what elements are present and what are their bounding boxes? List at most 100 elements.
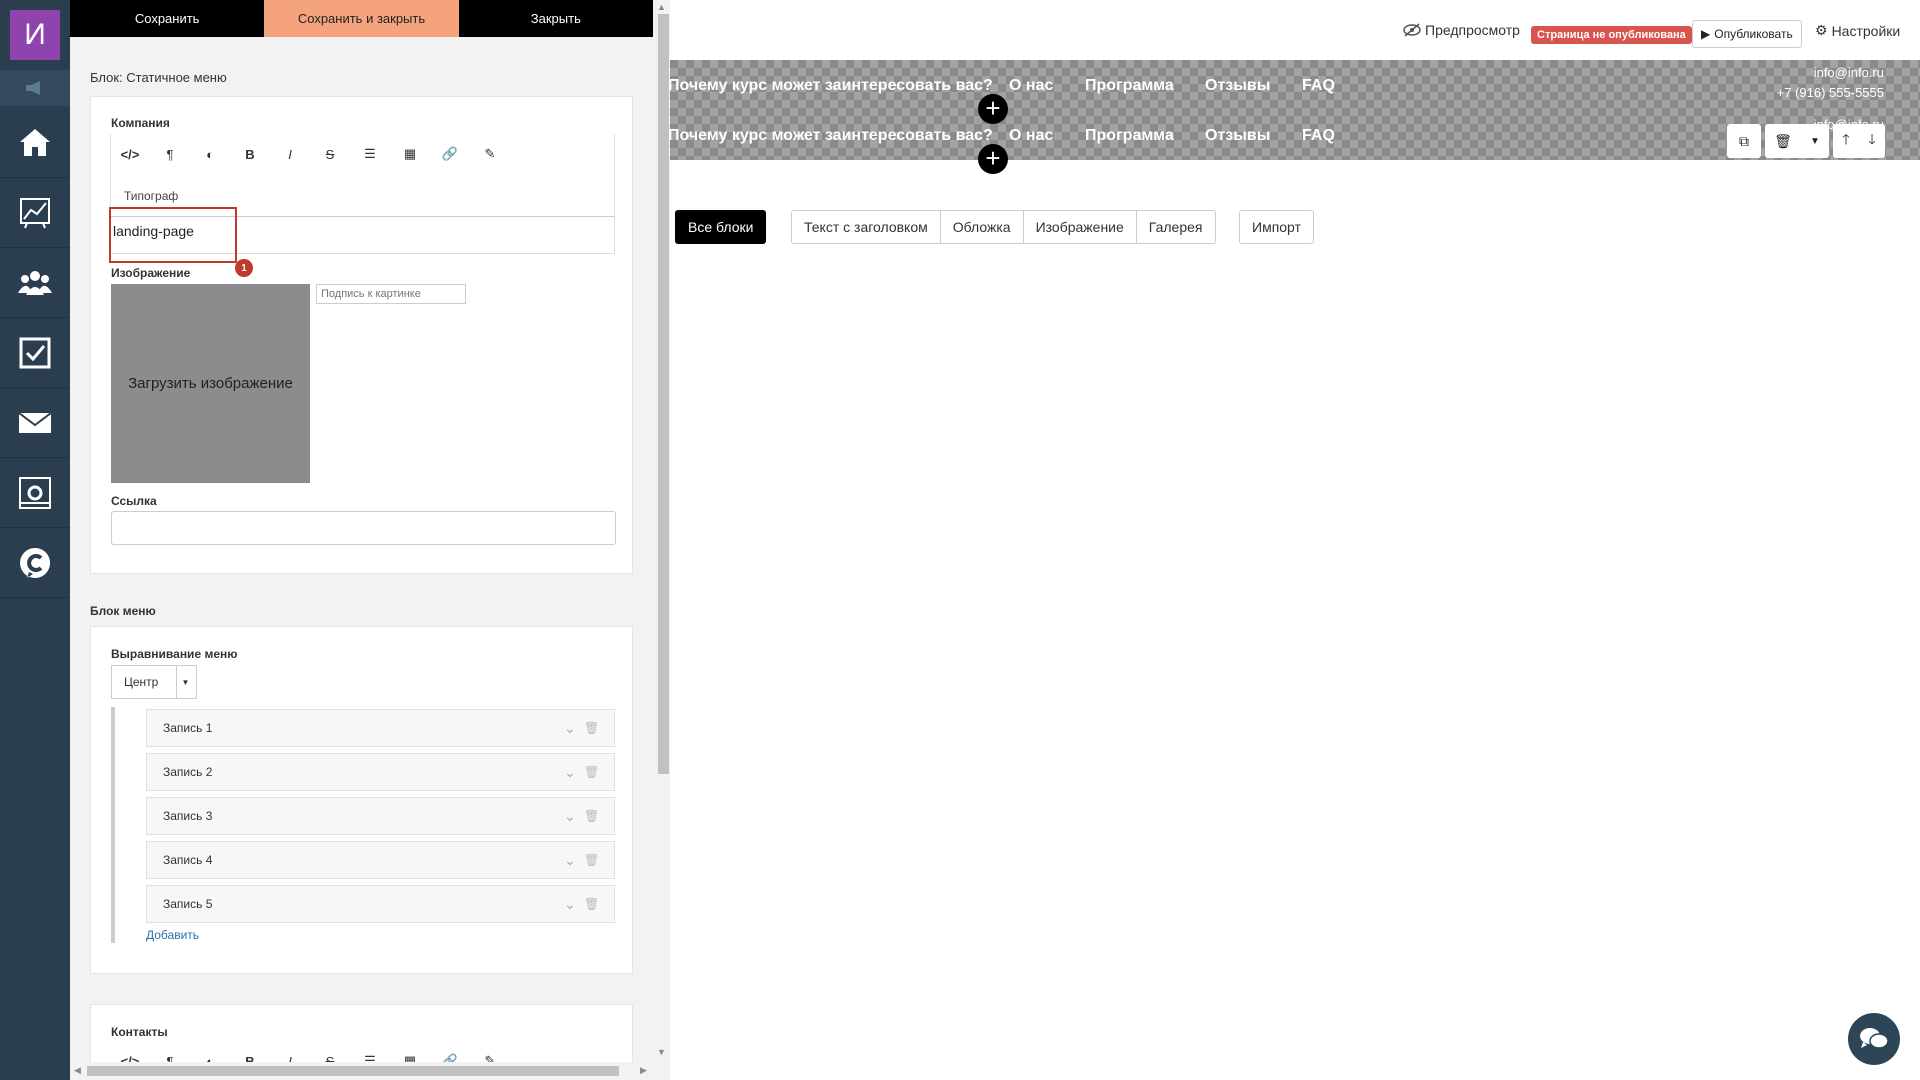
settings-label: Настройки [1831,22,1901,39]
add-block-plus-icon[interactable]: + [978,144,1008,174]
chevron-down-icon[interactable]: ⌄ [564,764,584,781]
company-label: Компания [111,116,170,130]
menu-item[interactable]: Почему курс может заинтересовать вас? [668,127,993,145]
contact-email: info@info.ru [1813,65,1884,80]
menu-item[interactable]: О нас [1009,127,1053,145]
scroll-down-arrow-icon[interactable]: ▼ [657,1047,666,1057]
add-entry-link[interactable]: Добавить [146,928,199,942]
sidebar-item-users[interactable] [0,248,70,318]
chevron-down-icon[interactable]: ⌄ [564,852,584,869]
preview-label: Предпросмотр [1425,22,1520,38]
trash-icon[interactable]: 🗑 [584,853,614,867]
chevron-down-icon: ▼ [176,666,194,698]
sidebar-item-mail[interactable] [0,388,70,458]
menu-item[interactable]: Почему курс может заинтересовать вас? [668,77,993,95]
menu-item[interactable]: FAQ [1302,127,1335,145]
save-and-close-button[interactable]: Сохранить и закрыть [264,0,459,37]
filter-tab[interactable]: Обложка [940,210,1024,244]
sidebar-item-home[interactable] [0,108,70,178]
settings-link[interactable]: ⚙ Настройки [1815,22,1900,39]
chart-icon [20,197,50,228]
preview-topbar: Предпросмотр Страница не опубликована ▶ … [670,0,1920,60]
trash-icon[interactable]: 🗑 [584,765,614,779]
megaphone-icon [26,81,40,95]
menu-item[interactable]: Отзывы [1205,77,1270,95]
add-block-plus-icon[interactable]: + [978,94,1008,124]
editor-toolbar: Сохранить Сохранить и закрыть Закрыть [70,0,653,37]
chevron-down-icon[interactable]: ⌄ [564,896,584,913]
publish-button[interactable]: ▶ Опубликовать [1692,20,1802,48]
menu-item[interactable]: Отзывы [1205,127,1270,145]
menu-item[interactable]: О нас [1009,77,1053,95]
save-button[interactable]: Сохранить [70,0,265,37]
image-label: Изображение [111,266,191,280]
arrow-down-icon[interactable]: 🡓 [1868,129,1875,153]
entry-label: Запись 4 [163,853,213,867]
announcement-button[interactable] [0,70,70,106]
trash-icon[interactable]: 🗑 [584,809,614,823]
sidebar-item-tasks[interactable] [0,318,70,388]
filter-tab[interactable]: Галерея [1136,210,1216,244]
menu-block-title: Блок меню [90,604,156,618]
trash-icon[interactable]: 🗑 [584,721,614,735]
scrollbar-thumb[interactable] [87,1066,619,1076]
sidebar-item-stats[interactable] [0,178,70,248]
trash-icon[interactable]: 🗑 [584,897,614,911]
users-icon [18,270,52,295]
import-button[interactable]: Импорт [1239,210,1314,244]
contacts-label: Контакты [111,1025,168,1039]
support-chat-button[interactable] [1848,1013,1900,1065]
delete-block-button[interactable]: 🗑 ▼ [1765,124,1829,158]
filter-tab[interactable]: Изображение [1023,210,1137,244]
list-item[interactable]: Запись 1 ⌄ 🗑 [146,709,615,747]
menu-item[interactable]: FAQ [1302,77,1335,95]
contact-phone: +7 (916) 555-5555 [1776,85,1884,100]
app-logo[interactable]: И [10,10,60,60]
preview-link[interactable]: Предпросмотр [1403,22,1520,38]
upload-image-button[interactable]: Загрузить изображение [111,284,310,483]
page-preview: Предпросмотр Страница не опубликована ▶ … [668,0,1920,1080]
block-tools: ⧉ 🗑 ▼ 🡑 🡓 [1727,124,1885,158]
list-item[interactable]: Запись 4 ⌄ 🗑 [146,841,615,879]
scroll-right-arrow-icon[interactable]: ▶ [640,1065,647,1076]
editor-horizontal-scrollbar[interactable]: ◀ ▶ [70,1062,653,1080]
chevron-down-icon[interactable]: ▼ [1810,136,1820,147]
entries-bracket [111,707,115,943]
close-button[interactable]: Закрыть [458,0,653,37]
company-card: Компания </> ¶ ◐ B I S ☰ ▦ 🔗 ✎ Типограф … [90,96,633,574]
list-item[interactable]: Запись 3 ⌄ 🗑 [146,797,615,835]
editor-vertical-scrollbar[interactable]: ▲ ▼ [655,0,670,1080]
image-caption-input[interactable] [316,284,466,304]
block-editor-panel: Сохранить Сохранить и закрыть Закрыть Бл… [70,0,670,1080]
sidebar-item-chat[interactable] [0,528,70,598]
settings-panel-icon [19,476,51,509]
menu-item[interactable]: Программа [1085,127,1174,145]
mail-icon [18,411,52,433]
publish-label: Опубликовать [1714,27,1793,41]
chevron-down-icon[interactable]: ⌄ [564,720,584,737]
focus-highlight [109,207,237,263]
menu-block-card: Выравнивание меню Центр ▼ Запись 1 ⌄ 🗑 З… [90,626,633,974]
play-icon: ▶ [1701,27,1711,41]
menu-align-select[interactable]: Центр ▼ [111,665,197,699]
list-item[interactable]: Запись 5 ⌄ 🗑 [146,885,615,923]
scroll-up-arrow-icon[interactable]: ▲ [657,2,666,12]
move-block-buttons: 🡑 🡓 [1833,124,1885,158]
chat-c-icon [20,547,51,578]
arrow-up-icon[interactable]: 🡑 [1842,129,1849,153]
scroll-left-arrow-icon[interactable]: ◀ [74,1065,81,1076]
menu-item[interactable]: Программа [1085,77,1174,95]
home-icon [20,128,50,156]
chevron-down-icon[interactable]: ⌄ [564,808,584,825]
filter-tab[interactable]: Текст с заголовком [791,210,941,244]
filter-all-blocks[interactable]: Все блоки [675,210,767,244]
copy-block-button[interactable]: ⧉ [1727,124,1761,158]
list-item[interactable]: Запись 2 ⌄ 🗑 [146,753,615,791]
tab-typograph[interactable]: Типограф [124,189,178,203]
upload-image-label: Загрузить изображение [128,375,293,392]
link-label: Ссылка [111,494,157,508]
link-input[interactable] [111,511,616,545]
callout-badge: 1 [235,259,253,277]
sidebar-item-settings[interactable] [0,458,70,528]
tasks-icon [19,337,51,368]
